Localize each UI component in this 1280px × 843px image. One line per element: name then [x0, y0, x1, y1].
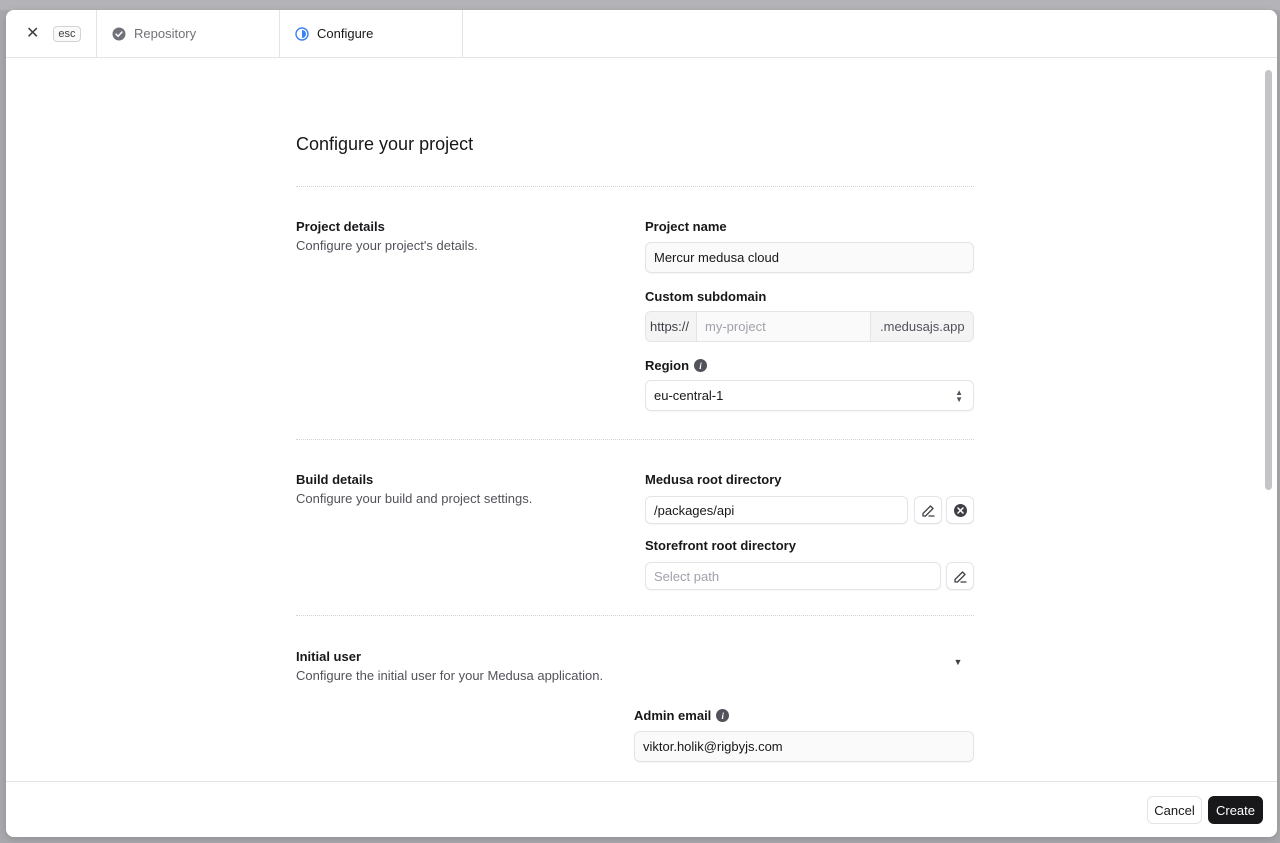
- cancel-button[interactable]: Cancel: [1147, 796, 1202, 824]
- storefront-root-input[interactable]: Select path: [645, 562, 941, 590]
- edit-medusa-root-button[interactable]: [914, 496, 942, 524]
- chevron-down-icon[interactable]: ▼: [952, 656, 964, 668]
- storefront-root-label-text: Storefront root directory: [645, 538, 796, 553]
- medusa-root-input[interactable]: /packages/api: [645, 496, 908, 524]
- custom-subdomain-field: https:// my-project .medusajs.app: [645, 311, 974, 342]
- backdrop: [0, 0, 1280, 10]
- custom-subdomain-label: Custom subdomain: [645, 289, 766, 304]
- info-icon[interactable]: i: [694, 359, 708, 372]
- admin-email-input[interactable]: viktor.holik@rigbyjs.com: [634, 731, 974, 762]
- clear-medusa-root-button[interactable]: [946, 496, 974, 524]
- medusa-root-value: /packages/api: [654, 502, 735, 518]
- medusa-root-label-text: Medusa root directory: [645, 472, 782, 487]
- in-progress-icon: [295, 26, 309, 41]
- project-details-description: Configure your project's details.: [296, 238, 478, 253]
- close-area: ✕ esc: [6, 10, 97, 57]
- tab-label: Repository: [134, 26, 197, 41]
- section-divider: [296, 615, 974, 616]
- section-divider: [296, 439, 974, 440]
- tab-repository[interactable]: Repository: [97, 10, 280, 57]
- region-label: Region i: [645, 358, 708, 373]
- pencil-icon: [921, 504, 935, 517]
- project-name-value: Mercur medusa cloud: [654, 250, 779, 265]
- section-divider: [296, 186, 974, 187]
- info-icon[interactable]: i: [716, 709, 730, 722]
- admin-email-value: viktor.holik@rigbyjs.com: [643, 739, 783, 754]
- subdomain-input[interactable]: my-project: [697, 312, 870, 341]
- project-name-input[interactable]: Mercur medusa cloud: [645, 242, 974, 273]
- modal-body[interactable]: Configure your project Project details C…: [6, 59, 1261, 781]
- build-details-title: Build details: [296, 472, 374, 487]
- subdomain-suffix: .medusajs.app: [870, 312, 973, 341]
- modal-header: ✕ esc Repository Configure: [6, 10, 1277, 58]
- tab-label: Configure: [317, 26, 374, 41]
- initial-user-title: Initial user: [296, 649, 362, 664]
- create-button[interactable]: Create: [1208, 796, 1263, 824]
- medusa-root-label: Medusa root directory: [645, 472, 782, 487]
- subdomain-prefix: https://: [646, 312, 697, 341]
- project-name-label: Project name: [645, 219, 727, 234]
- region-select[interactable]: eu-central-1 ▲ ▼: [645, 380, 974, 411]
- build-details-description: Configure your build and project setting…: [296, 491, 533, 506]
- region-value: eu-central-1: [654, 388, 724, 403]
- create-project-modal: ✕ esc Repository Configure Configure you…: [6, 10, 1277, 837]
- modal-footer: Cancel Create: [6, 781, 1277, 837]
- storefront-root-placeholder: Select path: [654, 568, 720, 584]
- chevron-up-down-icon: ▲ ▼: [955, 387, 963, 404]
- check-circle-icon: [112, 27, 126, 40]
- custom-subdomain-label-text: Custom subdomain: [645, 289, 767, 304]
- close-icon[interactable]: ✕: [26, 25, 39, 42]
- admin-email-label-text: Admin email: [634, 708, 712, 723]
- storefront-root-label: Storefront root directory: [645, 538, 796, 553]
- project-details-title: Project details: [296, 219, 385, 234]
- region-label-text: Region: [645, 358, 690, 373]
- x-circle-icon: [953, 503, 967, 517]
- initial-user-description: Configure the initial user for your Medu…: [296, 668, 604, 683]
- page-title: Configure your project: [296, 134, 474, 154]
- scrollbar-thumb[interactable]: [1265, 70, 1272, 490]
- esc-key-hint: esc: [53, 25, 81, 42]
- project-name-label-text: Project name: [645, 219, 727, 234]
- edit-storefront-root-button[interactable]: [946, 562, 974, 590]
- pencil-icon: [953, 570, 967, 583]
- admin-email-label: Admin email i: [634, 708, 730, 723]
- tab-configure[interactable]: Configure: [280, 10, 463, 57]
